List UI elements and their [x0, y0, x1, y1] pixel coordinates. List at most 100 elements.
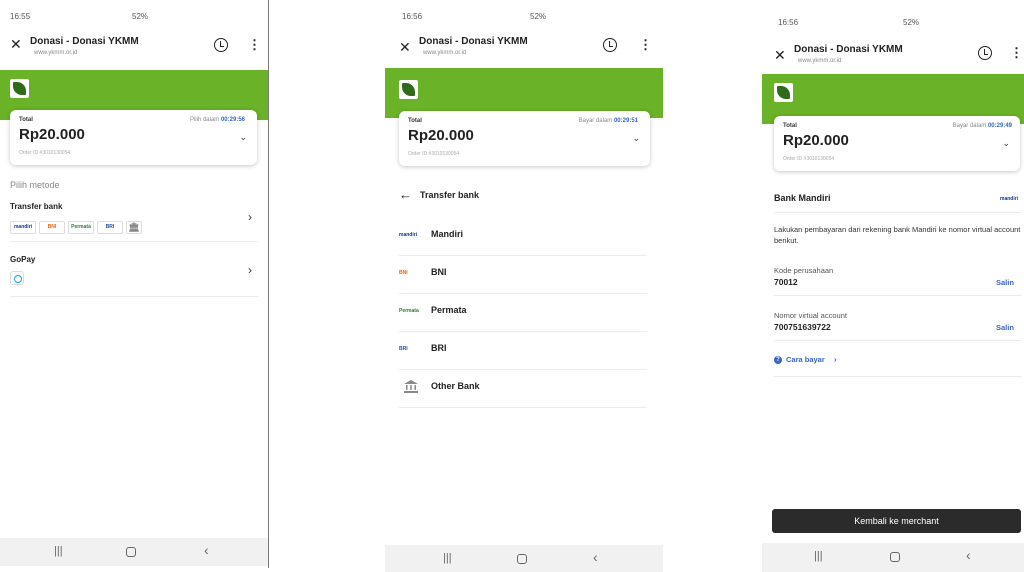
android-nav-bar: ||| ‹ [762, 543, 1024, 572]
va-number-value: 700751639722 [774, 322, 831, 332]
history-icon[interactable] [978, 46, 992, 60]
bank-name: Other Bank [431, 381, 480, 391]
permata-logo: Permata [399, 308, 419, 314]
merchant-logo [774, 83, 793, 102]
va-number-label: Nomor virtual account [774, 311, 847, 320]
mandiri-logo-chip: mandiri [10, 221, 36, 234]
order-summary-card[interactable]: Total Rp20.000 Order ID #3010130054 Pili… [10, 110, 257, 165]
close-icon[interactable]: ✕ [399, 40, 411, 54]
status-bar: 16:56 52% [762, 16, 1024, 30]
total-label: Total [408, 118, 422, 124]
order-summary-card[interactable]: Total Rp20.000 Order ID #3010130054 Baya… [399, 111, 650, 166]
status-time: 16:56 [402, 12, 423, 21]
page-url: www.ykmm.or.id [798, 58, 842, 64]
home-icon[interactable] [517, 554, 527, 564]
bank-building-icon [404, 380, 418, 393]
company-code-label: Kode perusahaan [774, 266, 834, 275]
bank-building-icon: 🏛 [126, 221, 142, 234]
page-title: Donasi - Donasi YKMM [419, 36, 528, 47]
total-amount: Rp20.000 [408, 127, 474, 144]
divider [774, 340, 1022, 341]
chevron-right-icon: › [834, 355, 837, 364]
recent-apps-icon[interactable]: ||| [443, 552, 452, 564]
bank-name: BRI [431, 343, 447, 353]
order-id: Order ID #3010130054 [408, 151, 460, 157]
page-url: www.ykmm.or.id [423, 50, 467, 56]
bni-logo-chip: BNI [39, 221, 65, 234]
phone-screen-bank-list: 16:56 52% ✕ Donasi - Donasi YKMM www.ykm… [385, 0, 663, 572]
countdown: Bayar dalam 00:29:51 [578, 118, 638, 124]
divider [10, 296, 258, 297]
copy-company-code-button[interactable]: Salin [996, 278, 1014, 287]
merchant-logo [10, 79, 29, 98]
back-icon[interactable]: ‹ [593, 549, 598, 565]
back-arrow-icon[interactable]: ← [399, 188, 412, 201]
bank-name: Mandiri [431, 229, 464, 239]
company-code-value: 70012 [774, 277, 798, 287]
back-to-merchant-button[interactable]: Kembali ke merchant [772, 509, 1021, 533]
page-title: Donasi - Donasi YKMM [30, 36, 139, 47]
payment-instruction: Lakukan pembayaran dari rekening bank Ma… [774, 225, 1021, 245]
divider [774, 212, 1022, 213]
history-icon[interactable] [214, 38, 228, 52]
chevron-right-icon[interactable]: › [248, 210, 252, 224]
bni-logo: BNI [399, 270, 408, 276]
chevron-right-icon[interactable]: › [248, 263, 252, 277]
bank-name-heading: Bank Mandiri [774, 193, 831, 203]
order-summary-card[interactable]: Total Rp20.000 Order ID #3010130054 Baya… [774, 116, 1020, 171]
more-vert-icon[interactable]: ⋮ [639, 38, 652, 52]
bank-option-permata[interactable]: Permata Permata [385, 294, 663, 332]
recent-apps-icon[interactable]: ||| [54, 545, 63, 557]
divider [774, 295, 1022, 296]
mandiri-logo: mandiri [1000, 196, 1019, 202]
screenshot-divider [268, 0, 269, 568]
chevron-down-icon[interactable]: ⌄ [1002, 138, 1010, 149]
bank-name: Permata [431, 305, 467, 315]
bank-option-mandiri[interactable]: mandiri Mandiri [385, 218, 663, 256]
how-to-pay-label: Cara bayar [786, 355, 825, 364]
bank-option-bri[interactable]: BRI BRI [385, 332, 663, 370]
copy-va-number-button[interactable]: Salin [996, 323, 1014, 332]
divider [399, 407, 647, 408]
status-time: 16:56 [778, 18, 799, 27]
history-icon[interactable] [603, 38, 617, 52]
bank-option-bni[interactable]: BNI BNI [385, 256, 663, 294]
phone-screen-virtual-account: 16:56 52% ✕ Donasi - Donasi YKMM www.ykm… [762, 0, 1024, 572]
permata-logo-chip: Permata [68, 221, 94, 234]
divider [10, 241, 258, 242]
gopay-icon [10, 271, 24, 285]
browser-toolbar: ✕ Donasi - Donasi YKMM www.ykmm.or.id ⋮ [762, 40, 1024, 76]
close-icon[interactable]: ✕ [774, 48, 786, 62]
page-url: www.ykmm.or.id [34, 50, 78, 56]
home-icon[interactable] [890, 552, 900, 562]
status-battery: 52% [903, 18, 920, 27]
order-id: Order ID #3010130054 [19, 150, 71, 156]
countdown: Pilih dalam 00:29:56 [189, 117, 245, 123]
close-icon[interactable]: ✕ [10, 37, 22, 51]
total-amount: Rp20.000 [19, 126, 85, 143]
total-amount: Rp20.000 [783, 132, 849, 149]
back-icon[interactable]: ‹ [204, 542, 209, 558]
home-icon[interactable] [126, 547, 136, 557]
recent-apps-icon[interactable]: ||| [814, 550, 823, 562]
back-icon[interactable]: ‹ [966, 547, 971, 563]
bank-name: BNI [431, 267, 447, 277]
browser-toolbar: ✕ Donasi - Donasi YKMM www.ykmm.or.id ⋮ [0, 32, 268, 68]
transfer-bank-title: Transfer bank [10, 202, 63, 211]
chevron-down-icon[interactable]: ⌄ [632, 133, 640, 144]
order-id: Order ID #3010130054 [783, 156, 835, 162]
status-battery: 52% [530, 12, 547, 21]
more-vert-icon[interactable]: ⋮ [248, 38, 261, 52]
section-label: Pilih metode [10, 180, 60, 190]
total-label: Total [19, 117, 33, 123]
countdown: Bayar dalam 00:29:49 [952, 123, 1012, 129]
status-time: 16:55 [10, 12, 31, 21]
android-nav-bar: ||| ‹ [385, 545, 663, 572]
android-nav-bar: ||| ‹ [0, 538, 268, 566]
bank-option-other[interactable]: Other Bank [385, 370, 663, 408]
chevron-down-icon[interactable]: ⌄ [239, 132, 247, 143]
mandiri-logo: mandiri [399, 232, 418, 238]
divider [774, 376, 1022, 377]
more-vert-icon[interactable]: ⋮ [1010, 46, 1023, 60]
status-bar: 16:56 52% [385, 10, 663, 24]
